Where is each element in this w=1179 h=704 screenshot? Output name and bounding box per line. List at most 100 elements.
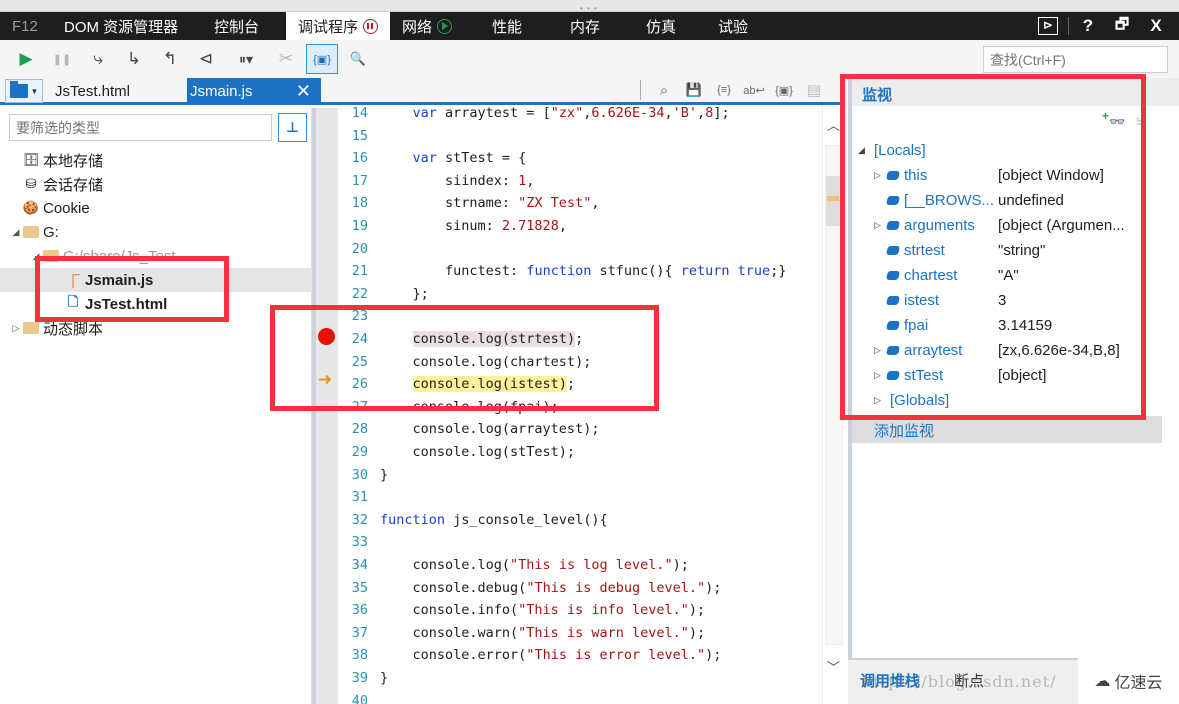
tree-item-cookie[interactable]: 🍪 Cookie xyxy=(0,196,312,220)
console-icon[interactable]: ⊳ xyxy=(1038,17,1058,35)
code-line[interactable]: 16 var stTest = { xyxy=(338,147,820,169)
source-map-icon[interactable]: ▤ xyxy=(803,81,825,99)
tree-item-g-drive[interactable]: ◢ G: xyxy=(0,220,312,244)
code-line[interactable]: 35 console.debug("This is debug level.")… xyxy=(338,577,820,599)
code-line[interactable]: 36 console.info("This is info level."); xyxy=(338,599,820,621)
tree-item-session-storage[interactable]: ⛁ 会话存储 xyxy=(0,172,312,196)
expand-icon[interactable]: ▷ xyxy=(874,170,881,181)
close-tab-icon[interactable]: ✕ xyxy=(296,81,311,102)
tab-debugger[interactable]: 调试程序 xyxy=(286,12,390,40)
help-icon[interactable]: ? xyxy=(1073,16,1103,36)
code-line[interactable]: 32 function js_console_level(){ xyxy=(338,509,820,531)
code-line[interactable]: 24 console.log(strtest); xyxy=(338,328,820,350)
watch-row[interactable]: ▷ arguments [object (Argumen... xyxy=(852,213,1162,238)
step-out-button[interactable]: ↰ xyxy=(154,44,186,74)
save-icon[interactable]: 💾 xyxy=(683,82,705,98)
watch-row[interactable]: istest 3 xyxy=(852,288,1162,313)
tree-item-js-test-folder[interactable]: ◢ G:/share/Js_Test xyxy=(0,244,312,268)
open-document-button[interactable]: ▼ xyxy=(5,79,43,103)
code-line[interactable]: 40 xyxy=(338,690,820,704)
watch-row[interactable]: chartest "A" xyxy=(852,263,1162,288)
watch-row[interactable]: ▷ this [object Window] xyxy=(852,163,1162,188)
add-watch-icon[interactable]: +👓 xyxy=(1102,109,1125,131)
code-line[interactable]: 21 functest: function stfunc(){ return t… xyxy=(338,260,820,282)
just-my-code-button[interactable]: {▣} xyxy=(306,44,338,74)
code-line[interactable]: 22 }; xyxy=(338,283,820,305)
watch-row[interactable]: ▷ arraytest [zx,6.626e-34,B,8] xyxy=(852,338,1162,363)
code-line[interactable]: 19 sinum: 2.71828, xyxy=(338,215,820,237)
watch-row[interactable]: fpai 3.14159 xyxy=(852,313,1162,338)
pin-button[interactable]: ⊥ xyxy=(278,113,307,142)
add-watch-button[interactable]: 添加监视 xyxy=(852,416,1162,443)
step-over-button[interactable]: ↳ xyxy=(118,44,150,74)
watch-row[interactable]: ▷ [Globals] xyxy=(852,388,1162,413)
code-line[interactable]: 38 console.error("This is error level.")… xyxy=(338,644,820,666)
collapsed-icon[interactable]: ▷ xyxy=(10,323,22,334)
code-line[interactable]: 37 console.warn("This is warn level."); xyxy=(338,622,820,644)
tree-item-local-storage[interactable]: 🗄 本地存储 xyxy=(0,148,312,172)
collapse-all-icon[interactable]: ≒ xyxy=(1135,113,1148,131)
exception-behavior-button[interactable]: ⏸▾ xyxy=(226,44,266,74)
breakpoint-icon[interactable] xyxy=(318,328,335,345)
expand-icon[interactable]: ▷ xyxy=(874,220,881,231)
break-all-button[interactable]: ❚❚ xyxy=(46,44,78,74)
tree-item-jsmain-js[interactable]: ⎾ Jsmain.js xyxy=(0,268,312,292)
tab-performance[interactable]: 性能 xyxy=(474,12,550,40)
code-line[interactable]: 34 console.log("This is log level."); xyxy=(338,554,820,576)
tab-emulation[interactable]: 仿真 xyxy=(626,12,700,40)
close-icon[interactable]: X xyxy=(1141,16,1171,36)
expand-icon[interactable]: ▷ xyxy=(874,345,881,356)
disconnect-debugger-button[interactable]: ✂ xyxy=(270,44,302,74)
find-input[interactable] xyxy=(983,46,1168,73)
breakpoint-gutter[interactable] xyxy=(312,108,338,704)
break-on-new-worker-button[interactable]: ⊲ xyxy=(190,44,222,74)
code-line[interactable]: 31 xyxy=(338,486,820,508)
filter-input[interactable] xyxy=(9,114,272,141)
tab-network[interactable]: 网络 xyxy=(390,12,474,40)
code-line[interactable]: 33 xyxy=(338,531,820,553)
code-editor[interactable]: 14 var arraytest = ["zx",6.626E-34,'B',8… xyxy=(338,105,820,704)
code-line[interactable]: 26 console.log(istest); xyxy=(338,373,820,395)
tab-dom-explorer[interactable]: DOM 资源管理器 xyxy=(52,12,200,40)
code-scrollbar[interactable]: ︿ ﹀ xyxy=(822,105,844,704)
find-icon[interactable]: ⌕ xyxy=(653,82,675,99)
expanded-icon[interactable]: ◢ xyxy=(30,251,42,262)
code-line[interactable]: 23 xyxy=(338,305,820,327)
code-line[interactable]: 28 console.log(arraytest); xyxy=(338,418,820,440)
code-line[interactable]: 18 strname: "ZX Test", xyxy=(338,192,820,214)
find-in-files-button[interactable]: 🔍 xyxy=(342,44,374,74)
word-wrap-icon[interactable]: ab↩ xyxy=(743,84,765,97)
tab-memory[interactable]: 内存 xyxy=(550,12,626,40)
expanded-icon[interactable]: ◢ xyxy=(10,227,22,238)
file-tab-jstest-html[interactable]: JsTest.html xyxy=(45,78,187,105)
step-into-button[interactable]: ⤷ xyxy=(82,44,114,74)
expand-icon[interactable]: ▷ xyxy=(874,370,881,381)
code-line[interactable]: 17 siindex: 1, xyxy=(338,170,820,192)
chevron-up-icon[interactable]: ︿ xyxy=(827,115,840,134)
scroll-thumb[interactable] xyxy=(826,176,844,226)
watch-row[interactable]: [__BROWS... undefined xyxy=(852,188,1162,213)
code-line[interactable]: 27 console.log(fpai); xyxy=(338,396,820,418)
watch-row[interactable]: ◢ [Locals] xyxy=(852,138,1162,163)
undock-icon[interactable]: 🗗 xyxy=(1107,14,1137,39)
chevron-down-icon[interactable]: ﹀ xyxy=(827,657,840,676)
code-line[interactable]: 25 console.log(chartest); xyxy=(338,351,820,373)
expand-icon[interactable]: ▷ xyxy=(874,395,881,406)
continue-button[interactable]: ▶ xyxy=(10,44,42,74)
code-line[interactable]: 20 xyxy=(338,238,820,260)
pretty-print-icon[interactable]: {≡} xyxy=(713,84,735,96)
just-my-code-file-icon[interactable]: {▣} xyxy=(773,84,795,97)
tree-item-dynamic-scripts[interactable]: ▷ 动态脚本 xyxy=(0,316,312,340)
scroll-track[interactable] xyxy=(825,145,844,645)
file-tab-jsmain-js[interactable]: Jsmain.js ✕ xyxy=(187,78,321,105)
watch-row[interactable]: ▷ stTest [object] xyxy=(852,363,1162,388)
tree-item-jstest-html[interactable]: 🗋 JsTest.html xyxy=(0,292,312,316)
code-line[interactable]: 30} xyxy=(338,464,820,486)
tab-console[interactable]: 控制台 xyxy=(200,12,286,40)
code-line[interactable]: 15 xyxy=(338,125,820,147)
code-line[interactable]: 14 var arraytest = ["zx",6.626E-34,'B',8… xyxy=(338,105,820,124)
tab-experiments[interactable]: 试验 xyxy=(700,12,776,40)
watch-row[interactable]: strtest "string" xyxy=(852,238,1162,263)
expanded-icon[interactable]: ◢ xyxy=(858,145,865,156)
code-line[interactable]: 29 console.log(stTest); xyxy=(338,441,820,463)
